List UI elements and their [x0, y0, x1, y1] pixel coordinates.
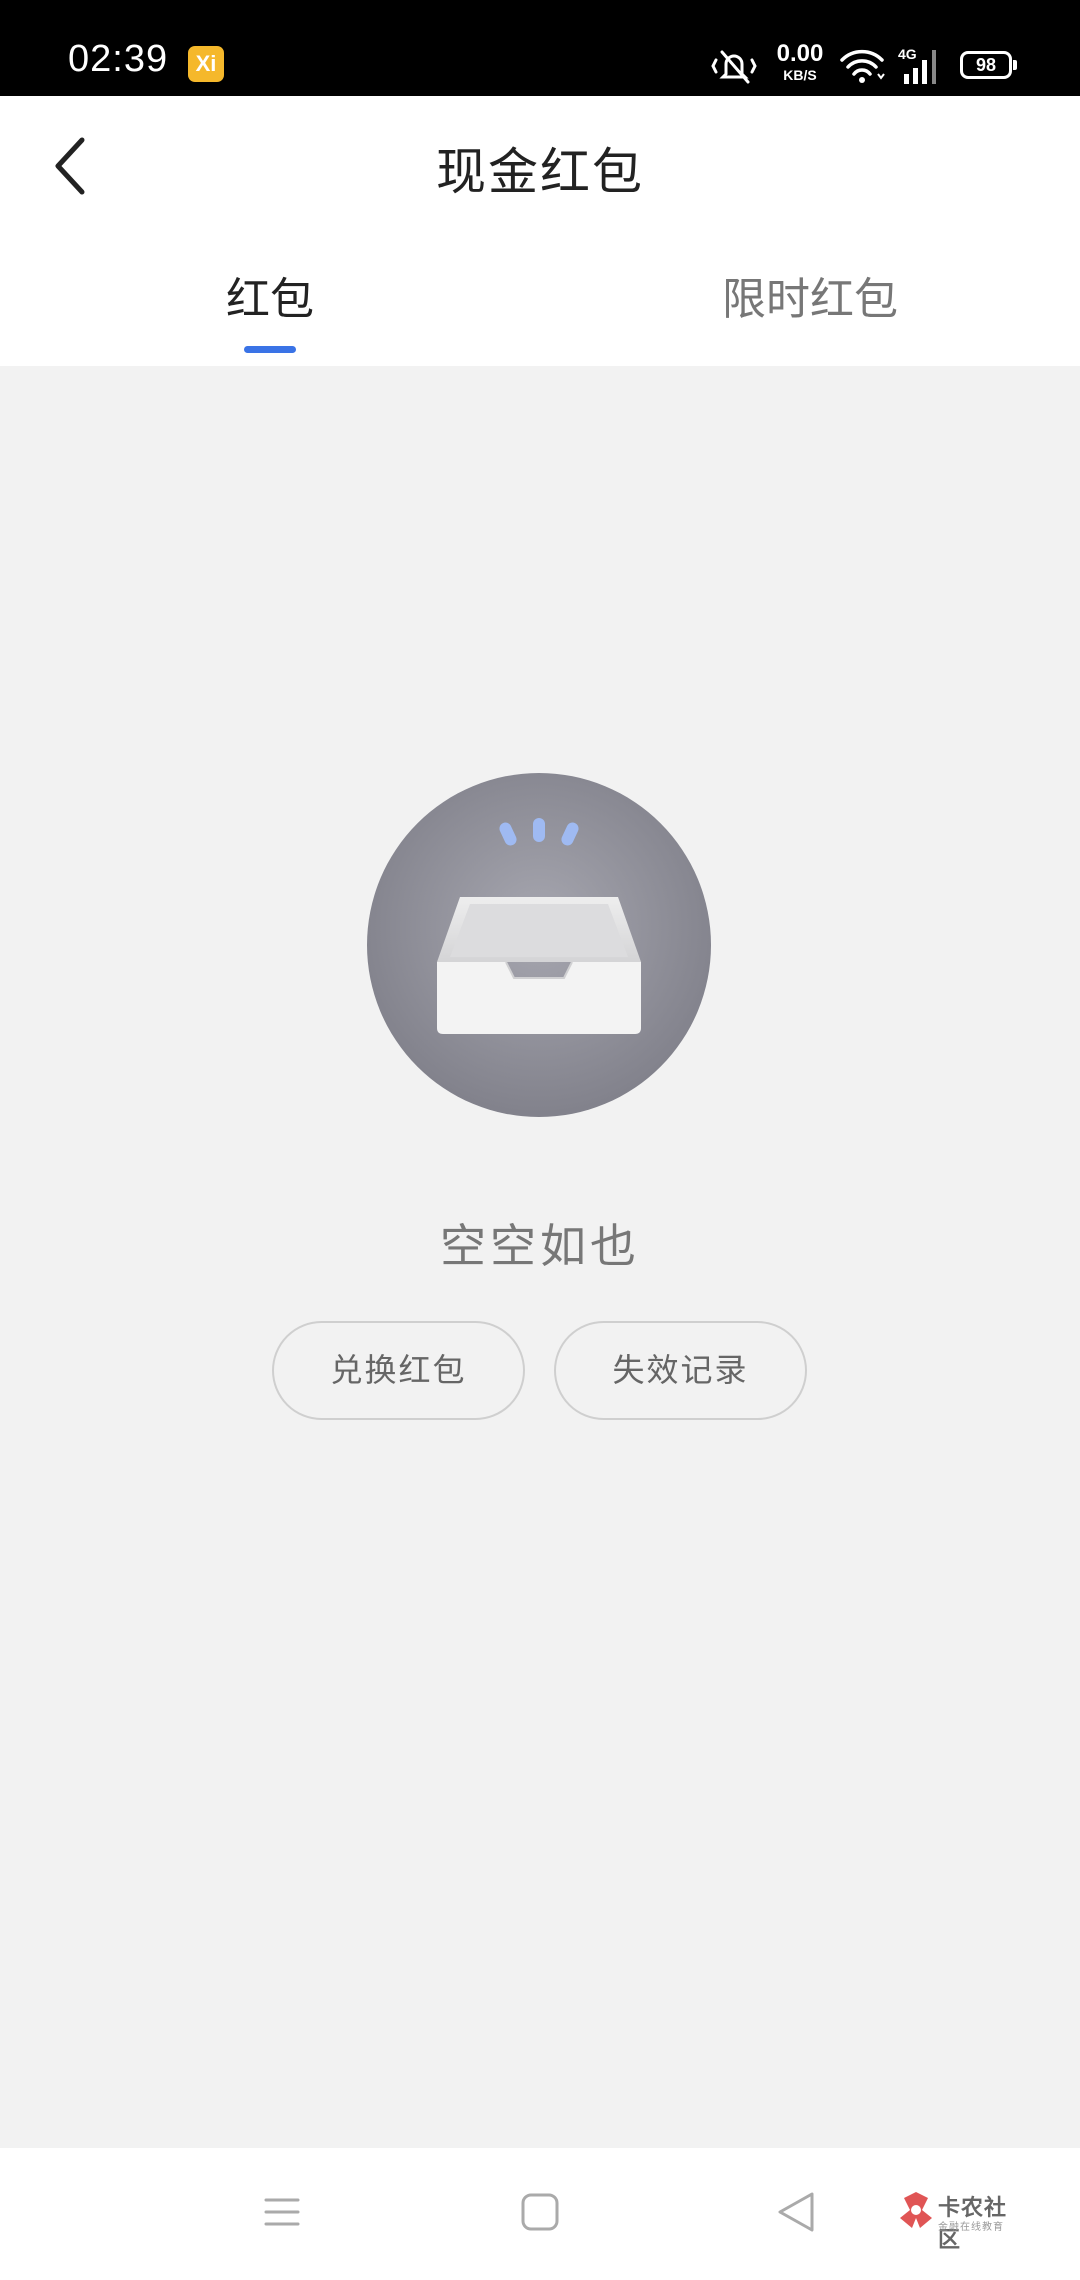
empty-state-message: 空空如也	[440, 1219, 640, 1273]
tab-hongbao[interactable]: 红包	[140, 272, 400, 328]
page-title: 现金红包	[436, 143, 644, 201]
network-speed-unit: KB/S	[783, 67, 817, 83]
header: 现金红包 红包 限时红包	[0, 96, 1080, 366]
redeem-hongbao-button[interactable]: 兑换红包	[272, 1321, 525, 1420]
network-speed: 0.00 KB/S	[772, 40, 828, 83]
cellular-signal-icon	[904, 50, 936, 84]
system-navigation-bar: 卡农社区 金融在线教育	[0, 2148, 1080, 2280]
home-icon[interactable]	[520, 2192, 560, 2232]
empty-inbox-icon	[367, 773, 711, 1117]
status-time: 02:39	[68, 38, 169, 80]
watermark: 卡农社区 金融在线教育	[898, 2188, 1028, 2253]
watermark-subtext: 金融在线教育	[938, 2222, 1004, 2233]
tab-limited-time-hongbao[interactable]: 限时红包	[680, 272, 940, 328]
network-speed-value: 0.00	[776, 40, 824, 67]
wifi-icon	[840, 49, 885, 83]
watermark-logo-icon	[900, 2192, 932, 2228]
expired-records-button[interactable]: 失效记录	[554, 1321, 807, 1420]
app-notification-icon: Xi	[188, 46, 224, 82]
active-tab-indicator	[244, 346, 296, 353]
battery-indicator: 98	[960, 51, 1017, 79]
menu-icon[interactable]	[262, 2192, 302, 2232]
vibrate-mute-icon	[711, 50, 757, 84]
back-triangle-icon[interactable]	[774, 2190, 818, 2234]
status-bar: 02:39 Xi 0.00 KB/S 4G 98	[0, 0, 1080, 96]
